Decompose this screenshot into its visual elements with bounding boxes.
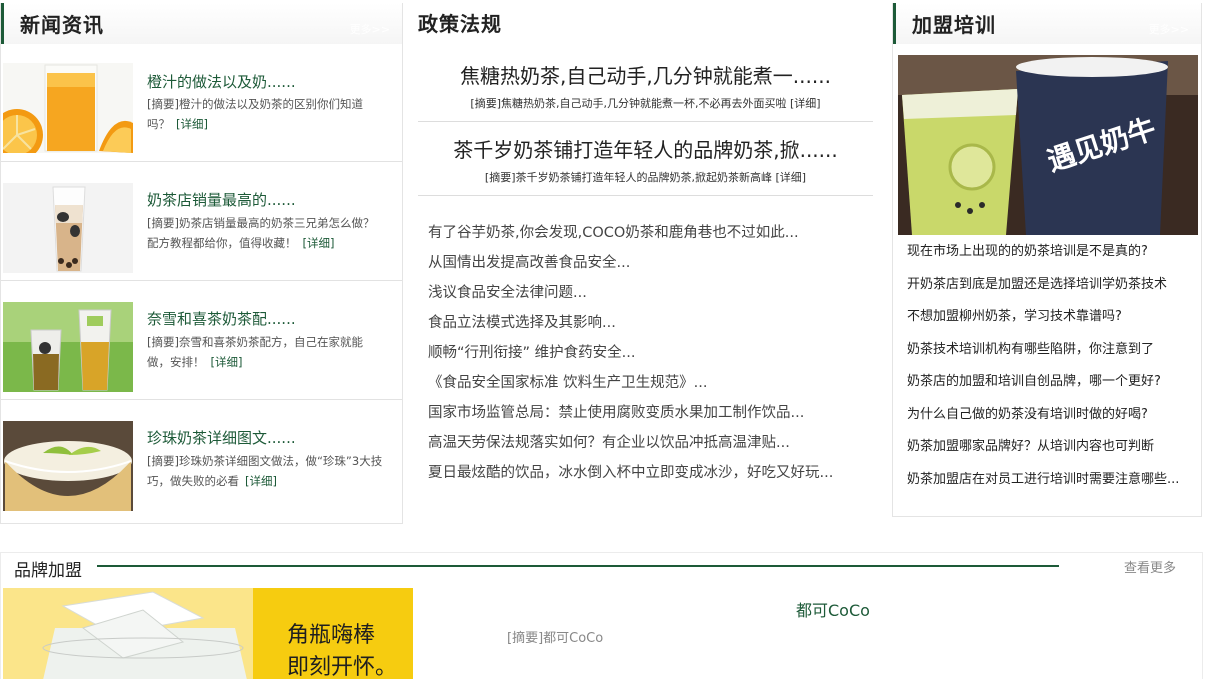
- policy-featured-item[interactable]: 茶千岁奶茶铺打造年轻人的品牌奶茶,掀...... [摘要]茶千岁奶茶铺打造年轻人…: [418, 122, 873, 196]
- training-header: 加盟培训 更多>>: [893, 3, 1201, 44]
- news-item-summary-text: [摘要]奶茶店销量最高的奶茶三兄弟怎么做？配方教程都给你，值得收藏！: [147, 216, 375, 250]
- brand-banner-photo[interactable]: 角瓶嗨棒 即刻开怀。: [3, 588, 413, 679]
- training-list: 现在市场上出现的的奶茶培训是不是真的? 开奶茶店到底是加盟还是选择培训学奶茶技术…: [907, 236, 1195, 496]
- brand-item-summary: [摘要]都可CoCo: [507, 631, 604, 646]
- training-list-item[interactable]: 现在市场上出现的的奶茶培训是不是真的?: [907, 236, 1195, 269]
- news-item-summary: [摘要]橙汁的做法以及奶茶的区别你们知道吗？ [详细]: [147, 94, 385, 134]
- policy-featured-summary: [摘要]茶千岁奶茶铺打造年轻人的品牌奶茶,掀起奶茶新高峰 [详细]: [418, 169, 873, 185]
- brand-heading: 品牌加盟: [14, 561, 82, 581]
- section-divider: [97, 565, 1059, 567]
- policy-featured-summary-text: [摘要]茶千岁奶茶铺打造年轻人的品牌奶茶,掀起奶茶新高峰: [484, 171, 772, 184]
- news-item[interactable]: 奈雪和喜茶奶茶配...... [摘要]奈雪和喜茶奶茶配方，自己在家就能做，安排！…: [1, 282, 402, 400]
- training-heading: 加盟培训: [912, 13, 996, 37]
- orange-juice-photo[interactable]: [3, 63, 133, 153]
- detail-link[interactable]: [详细]: [790, 97, 821, 110]
- fruit-tea-cups-photo[interactable]: [3, 302, 133, 392]
- news-item[interactable]: 珍珠奶茶详细图文...... [摘要]珍珠奶茶详细图文做法，做“珍珠”3大技巧，…: [1, 401, 402, 519]
- policy-list-item[interactable]: 有了谷芋奶茶,你会发现,COCO奶茶和鹿角巷也不过如此...: [428, 218, 878, 248]
- news-more-link[interactable]: 更多>>: [350, 21, 390, 37]
- news-heading: 新闻资讯: [20, 13, 104, 37]
- news-item-summary: [摘要]珍珠奶茶详细图文做法，做“珍珠”3大技巧，做失败的必看 [详细]: [147, 451, 385, 491]
- pudding-bowl-photo[interactable]: [3, 421, 133, 511]
- policy-section: 政策法规 焦糖热奶茶,自己动手,几分钟就能煮一...... [摘要]焦糖热奶茶,…: [408, 0, 883, 520]
- policy-list-item[interactable]: 高温天劳保法规落实如何？有企业以饮品冲抵高温津贴...: [428, 428, 878, 458]
- training-list-item[interactable]: 奶茶加盟店在对员工进行培训时需要注意哪些...: [907, 464, 1195, 497]
- milk-tea-cup-photo[interactable]: [3, 183, 133, 273]
- policy-list-item[interactable]: 浅议食品安全法律问题...: [428, 278, 878, 308]
- policy-featured-summary: [摘要]焦糖热奶茶,自己动手,几分钟就能煮一杯,不必再去外面买啦 [详细]: [418, 95, 873, 111]
- detail-link[interactable]: [详细]: [211, 355, 243, 369]
- banner-slogan-line1: 角瓶嗨棒: [287, 623, 375, 648]
- detail-link[interactable]: [详细]: [303, 236, 335, 250]
- training-more-link[interactable]: 更多>>: [1149, 21, 1189, 37]
- policy-list-item[interactable]: 从国情出发提高改善食品安全...: [428, 248, 878, 278]
- detail-link[interactable]: [详细]: [245, 474, 277, 488]
- training-section: 加盟培训 更多>> 遇见奶牛 现在市场上出现的的奶茶培训是不是真的? 开奶茶店到…: [892, 3, 1202, 517]
- milk-tea-promo-photo[interactable]: 遇见奶牛: [898, 55, 1198, 235]
- news-section: 新闻资讯 更多>> 橙汁的做法以及奶...... [摘要]橙汁的做法以及奶茶的区…: [0, 3, 403, 524]
- news-header: 新闻资讯 更多>>: [1, 3, 402, 44]
- policy-featured-summary-text: [摘要]焦糖热奶茶,自己动手,几分钟就能煮一杯,不必再去外面买啦: [470, 97, 787, 110]
- policy-featured-title[interactable]: 茶千岁奶茶铺打造年轻人的品牌奶茶,掀......: [418, 134, 873, 163]
- training-list-item[interactable]: 奶茶店的加盟和培训自创品牌，哪一个更好?: [907, 366, 1195, 399]
- training-list-item[interactable]: 不想加盟柳州奶茶，学习技术靠谱吗?: [907, 301, 1195, 334]
- training-list-item[interactable]: 奶茶加盟哪家品牌好？从培训内容也可判断: [907, 431, 1195, 464]
- training-list-item[interactable]: 开奶茶店到底是加盟还是选择培训学奶茶技术: [907, 269, 1195, 302]
- policy-featured-item[interactable]: 焦糖热奶茶,自己动手,几分钟就能煮一...... [摘要]焦糖热奶茶,自己动手,…: [418, 48, 873, 122]
- news-item[interactable]: 橙汁的做法以及奶...... [摘要]橙汁的做法以及奶茶的区别你们知道吗？ [详细…: [1, 44, 402, 162]
- policy-list-item[interactable]: 食品立法模式选择及其影响...: [428, 308, 878, 338]
- policy-featured-title[interactable]: 焦糖热奶茶,自己动手,几分钟就能煮一......: [418, 60, 873, 89]
- policy-list-item[interactable]: 国家市场监管总局：禁止使用腐败变质水果加工制作饮品...: [428, 398, 878, 428]
- news-item-title[interactable]: 奶茶店销量最高的......: [147, 189, 296, 210]
- training-list-item[interactable]: 奶茶技术培训机构有哪些陷阱，你注意到了: [907, 334, 1195, 367]
- news-item-title[interactable]: 珍珠奶茶详细图文......: [147, 427, 296, 448]
- news-item[interactable]: 奶茶店销量最高的...... [摘要]奶茶店销量最高的奶茶三兄弟怎么做？配方教程…: [1, 163, 402, 281]
- policy-heading: 政策法规: [418, 12, 502, 36]
- policy-list-item[interactable]: 《食品安全国家标准 饮料生产卫生规范》...: [428, 368, 878, 398]
- brand-item-title[interactable]: 都可CoCo: [796, 597, 870, 621]
- news-item-title[interactable]: 橙汁的做法以及奶......: [147, 71, 296, 92]
- news-item-summary: [摘要]奶茶店销量最高的奶茶三兄弟怎么做？配方教程都给你，值得收藏！ [详细]: [147, 213, 385, 253]
- detail-link[interactable]: [详细]: [176, 117, 208, 131]
- banner-slogan-line2: 即刻开怀。: [287, 655, 397, 679]
- brand-section: 品牌加盟 查看更多 角瓶嗨棒 即刻开怀。 都可CoCo [摘要]都可CoCo: [0, 552, 1203, 679]
- policy-list: 有了谷芋奶茶,你会发现,COCO奶茶和鹿角巷也不过如此... 从国情出发提高改善…: [428, 218, 878, 488]
- policy-list-item[interactable]: 顺畅“行刑衔接” 维护食药安全...: [428, 338, 878, 368]
- policy-list-item[interactable]: 夏日最炫酷的饮品，冰水倒入杯中立即变成冰沙，好吃又好玩...: [428, 458, 878, 488]
- news-item-summary-text: [摘要]奈雪和喜茶奶茶配方，自己在家就能做，安排！: [147, 335, 363, 369]
- brand-more-link[interactable]: 查看更多: [1124, 557, 1176, 576]
- training-list-item[interactable]: 为什么自己做的奶茶没有培训时做的好喝?: [907, 399, 1195, 432]
- detail-link[interactable]: [详细]: [775, 171, 806, 184]
- news-item-title[interactable]: 奈雪和喜茶奶茶配......: [147, 308, 296, 329]
- news-item-summary: [摘要]奈雪和喜茶奶茶配方，自己在家就能做，安排！ [详细]: [147, 332, 385, 372]
